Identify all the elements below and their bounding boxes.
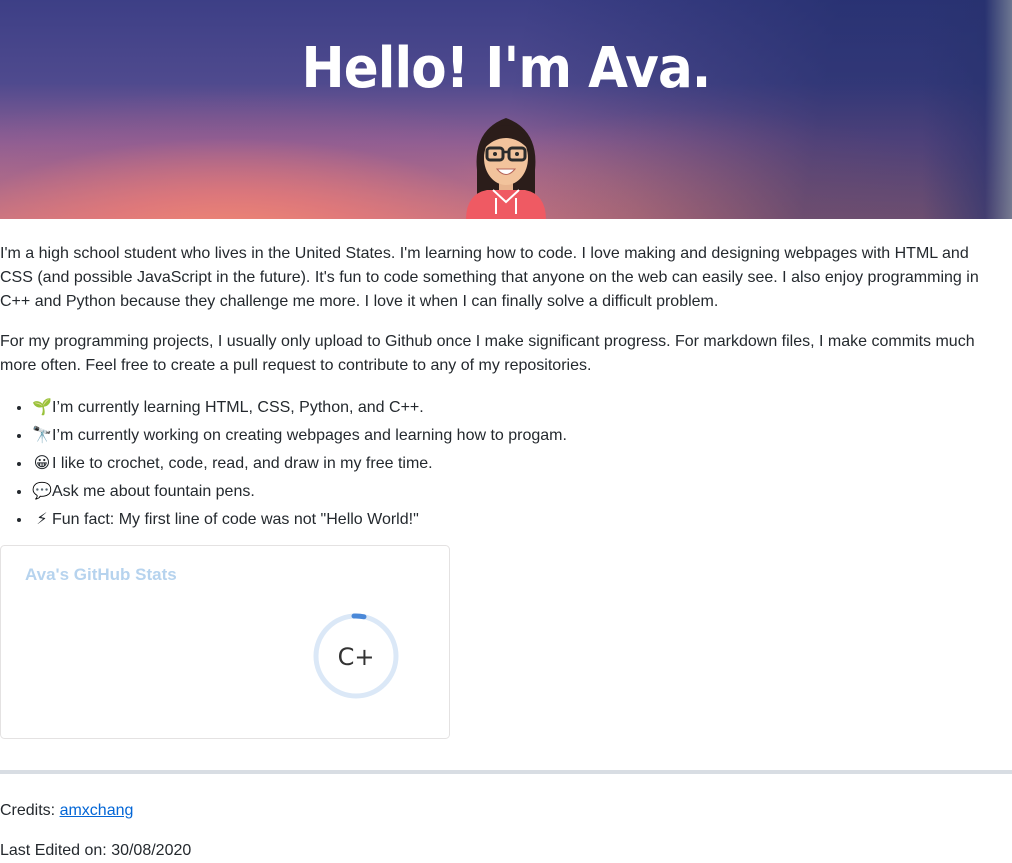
github-stats-card[interactable]: Ava's GitHub Stats C+ xyxy=(0,545,450,739)
avatar-illustration xyxy=(466,118,546,219)
smile-icon: 😀 xyxy=(33,453,51,472)
stats-card-title: Ava's GitHub Stats xyxy=(25,565,177,584)
last-edited: Last Edited on: 30/08/2020 xyxy=(0,842,192,859)
list-item: ⚡Fun fact: My first line of code was not… xyxy=(32,505,1012,533)
speech-bubble-icon: 💬 xyxy=(32,481,52,500)
banner-title: Hello! I'm Ava. xyxy=(301,36,712,101)
facts-list: 🌱I’m currently learning HTML, CSS, Pytho… xyxy=(0,393,1012,533)
list-item: 💬Ask me about fountain pens. xyxy=(32,477,1012,505)
grade-ring-progress xyxy=(351,613,367,620)
fact-text: I like to crochet, code, read, and draw … xyxy=(52,455,433,472)
about-paragraph-2: For my programming projects, I usually o… xyxy=(0,333,975,374)
credits-link[interactable]: amxchang xyxy=(60,802,134,819)
list-item: 🔭I’m currently working on creating webpa… xyxy=(32,421,1012,449)
fact-text: Ask me about fountain pens. xyxy=(52,483,255,500)
fact-text: I’m currently learning HTML, CSS, Python… xyxy=(52,399,424,416)
credits-label: Credits: xyxy=(0,802,60,819)
grade-label: C+ xyxy=(338,643,375,671)
list-item: 🌱I’m currently learning HTML, CSS, Pytho… xyxy=(32,393,1012,421)
seedling-icon: 🌱 xyxy=(32,397,52,416)
lightning-icon: ⚡ xyxy=(36,509,48,528)
horizontal-rule xyxy=(0,770,1012,774)
header-banner: Hello! I'm Ava. xyxy=(0,0,1012,219)
readme-content: I'm a high school student who lives in t… xyxy=(0,242,1012,533)
list-item: 😀I like to crochet, code, read, and draw… xyxy=(32,449,1012,477)
grade-ring: C+ xyxy=(313,613,399,699)
about-paragraph-1: I'm a high school student who lives in t… xyxy=(0,245,979,310)
fact-text: Fun fact: My first line of code was not … xyxy=(52,511,419,528)
credits-line: Credits: amxchang xyxy=(0,799,133,823)
fact-text: I’m currently working on creating webpag… xyxy=(52,427,567,444)
telescope-icon: 🔭 xyxy=(32,425,52,444)
